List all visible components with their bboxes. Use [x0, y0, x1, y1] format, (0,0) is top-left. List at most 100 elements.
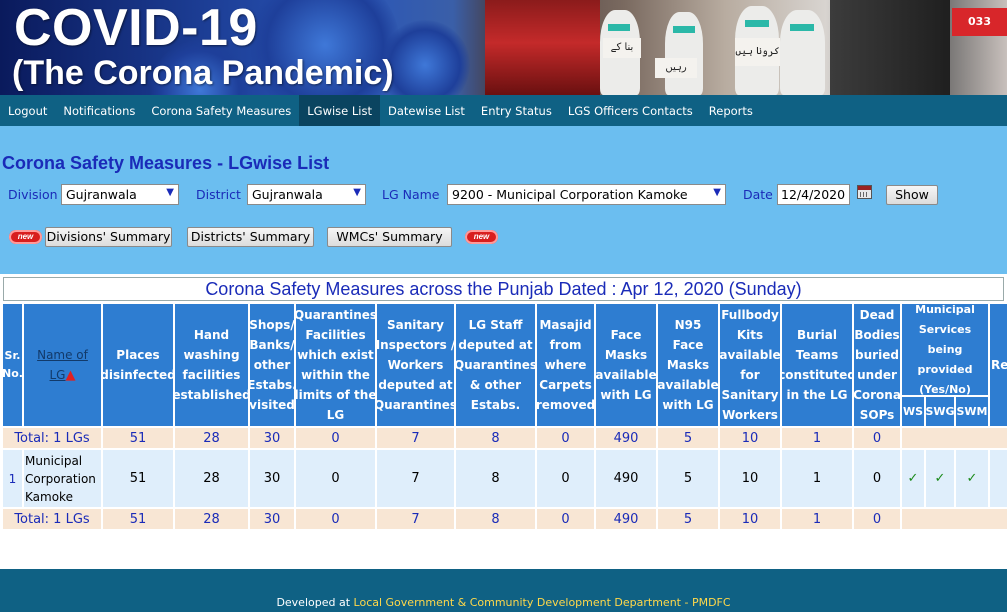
districts-summary-button[interactable]: Districts' Summary — [187, 227, 314, 247]
banner-title: COVID-19 — [14, 0, 258, 57]
total-cell: 1 — [782, 509, 852, 529]
nav-corona-safety-measures[interactable]: Corona Safety Measures — [143, 95, 299, 126]
main-nav: Logout Notifications Corona Safety Measu… — [0, 95, 1007, 126]
row-cell: 7 — [377, 450, 454, 507]
row-cell: 0 — [296, 450, 375, 507]
footer-department-link[interactable]: Local Government & Community Development… — [354, 596, 731, 609]
row-cell: 28 — [175, 450, 248, 507]
header-sr-no: Sr. No. — [3, 304, 22, 426]
header-swg: SWG — [926, 397, 954, 426]
total-label: Total: 1 LGs — [3, 509, 101, 529]
footer-prefix: Developed at — [276, 596, 354, 609]
district-value: Gujranwala — [252, 187, 323, 202]
total-cell: 0 — [854, 428, 900, 448]
results-table: Corona Safety Measures across the Punjab… — [0, 274, 1007, 566]
total-cell: 51 — [103, 509, 173, 529]
header-fullbody-kits: Fullbody Kits available for Sanitary Wor… — [720, 304, 780, 426]
total-cell: 1 — [782, 428, 852, 448]
header-ws: WS — [902, 397, 924, 426]
nav-reports[interactable]: Reports — [701, 95, 761, 126]
row-sr-no: 1 — [3, 450, 22, 507]
filter-bar: Division Gujranwala ▼ District Gujranwal… — [8, 184, 1003, 205]
header-sanitary-inspectors: Sanitary Inspectors / Workers deputed at… — [377, 304, 454, 426]
banner-subtitle: (The Corona Pandemic) — [12, 54, 394, 92]
header-banner: بنا کے رہیں کرونا ہیں 033 COVID-19 (The … — [0, 0, 1007, 95]
total-cell-empty — [902, 428, 1007, 448]
lg-name-label: LG Name — [382, 187, 440, 202]
summary-buttons-row: new Divisions' Summary Districts' Summar… — [0, 226, 520, 248]
banner-photo-vehicle — [485, 0, 600, 95]
total-cell: 30 — [250, 428, 294, 448]
dropdown-arrow-icon: ▼ — [353, 187, 361, 198]
new-badge-icon: new — [465, 230, 498, 244]
total-label: Total: 1 LGs — [3, 428, 101, 448]
row-cell: 10 — [720, 450, 780, 507]
total-cell: 7 — [377, 428, 454, 448]
header-dead-bodies: Dead Bodies buried under Corona SOPs — [854, 304, 900, 426]
header-shops-visited: Shops/ Banks/ other Estabs. visited — [250, 304, 294, 426]
total-cell: 10 — [720, 428, 780, 448]
total-cell: 28 — [175, 428, 248, 448]
total-cell: 0 — [296, 509, 375, 529]
protest-sign: رہیں — [655, 58, 697, 78]
footer: Developed at Local Government & Communit… — [0, 569, 1007, 612]
header-masajid: Masajid from where Carpets removed — [537, 304, 594, 426]
protest-sign: بنا کے — [603, 38, 641, 58]
mask-graphic — [608, 24, 630, 31]
total-cell: 30 — [250, 509, 294, 529]
header-n95-masks: N95 Face Masks available with LG — [658, 304, 718, 426]
header-face-masks: Face Masks available with LG — [596, 304, 656, 426]
district-select[interactable]: Gujranwala ▼ — [247, 184, 366, 205]
dropdown-arrow-icon: ▼ — [713, 187, 721, 198]
footer-text: Developed at Local Government & Communit… — [0, 596, 1007, 609]
nav-notifications[interactable]: Notifications — [55, 95, 143, 126]
nav-entry-status[interactable]: Entry Status — [473, 95, 560, 126]
header-lg-staff: LG Staff deputed at Quarantines & other … — [456, 304, 535, 426]
lg-name-select[interactable]: 9200 - Municipal Corporation Kamoke ▼ — [447, 184, 726, 205]
header-burial-teams: Burial Teams constituted in the LG — [782, 304, 852, 426]
row-cell: 0 — [537, 450, 594, 507]
row-cell: 30 — [250, 450, 294, 507]
total-cell: 8 — [456, 428, 535, 448]
nav-datewise-list[interactable]: Datewise List — [380, 95, 473, 126]
nav-lgwise-list[interactable]: LGwise List — [299, 95, 380, 126]
row-cell: 1 — [782, 450, 852, 507]
total-cell: 7 — [377, 509, 454, 529]
nav-logout[interactable]: Logout — [0, 95, 55, 126]
total-cell: 10 — [720, 509, 780, 529]
date-input[interactable]: 12/4/2020 — [777, 184, 850, 205]
wmcs-summary-button[interactable]: WMCs' Summary — [327, 227, 452, 247]
total-cell: 5 — [658, 428, 718, 448]
sort-by-name-link[interactable]: Name of LG — [37, 348, 88, 382]
protest-sign: کرونا ہیں — [735, 38, 780, 66]
header-places-disinfected: Places disinfected — [103, 304, 173, 426]
banner-photo-person — [780, 10, 825, 95]
lg-name-value: 9200 - Municipal Corporation Kamoke — [452, 187, 688, 202]
nav-lgs-officers-contacts[interactable]: LGS Officers Contacts — [560, 95, 701, 126]
total-cell: 490 — [596, 509, 656, 529]
district-label: District — [196, 187, 241, 202]
total-cell: 0 — [537, 509, 594, 529]
total-cell: 51 — [103, 428, 173, 448]
total-cell: 0 — [854, 509, 900, 529]
division-value: Gujranwala — [66, 187, 137, 202]
check-icon: ✓ — [956, 450, 988, 507]
divisions-summary-button[interactable]: Divisions' Summary — [45, 227, 172, 247]
show-button[interactable]: Show — [886, 185, 938, 205]
banner-photo-person — [665, 12, 703, 95]
dropdown-arrow-icon: ▼ — [166, 187, 174, 198]
header-name-of-lg[interactable]: Name of LG▲ — [24, 304, 101, 426]
total-cell: 490 — [596, 428, 656, 448]
division-select[interactable]: Gujranwala ▼ — [61, 184, 179, 205]
new-badge-icon: new — [9, 230, 42, 244]
mask-graphic — [790, 24, 814, 31]
row-lg-name: Municipal Corporation Kamoke — [24, 450, 101, 507]
banner-photo-tag: 033 — [952, 8, 1007, 36]
total-cell: 0 — [296, 428, 375, 448]
page-title: Corona Safety Measures - LGwise List — [2, 153, 330, 173]
total-cell-empty — [902, 509, 1007, 529]
calendar-icon[interactable] — [857, 185, 872, 199]
row-cell: 5 — [658, 450, 718, 507]
check-icon: ✓ — [926, 450, 954, 507]
sort-arrow-icon: ▲ — [65, 367, 76, 383]
